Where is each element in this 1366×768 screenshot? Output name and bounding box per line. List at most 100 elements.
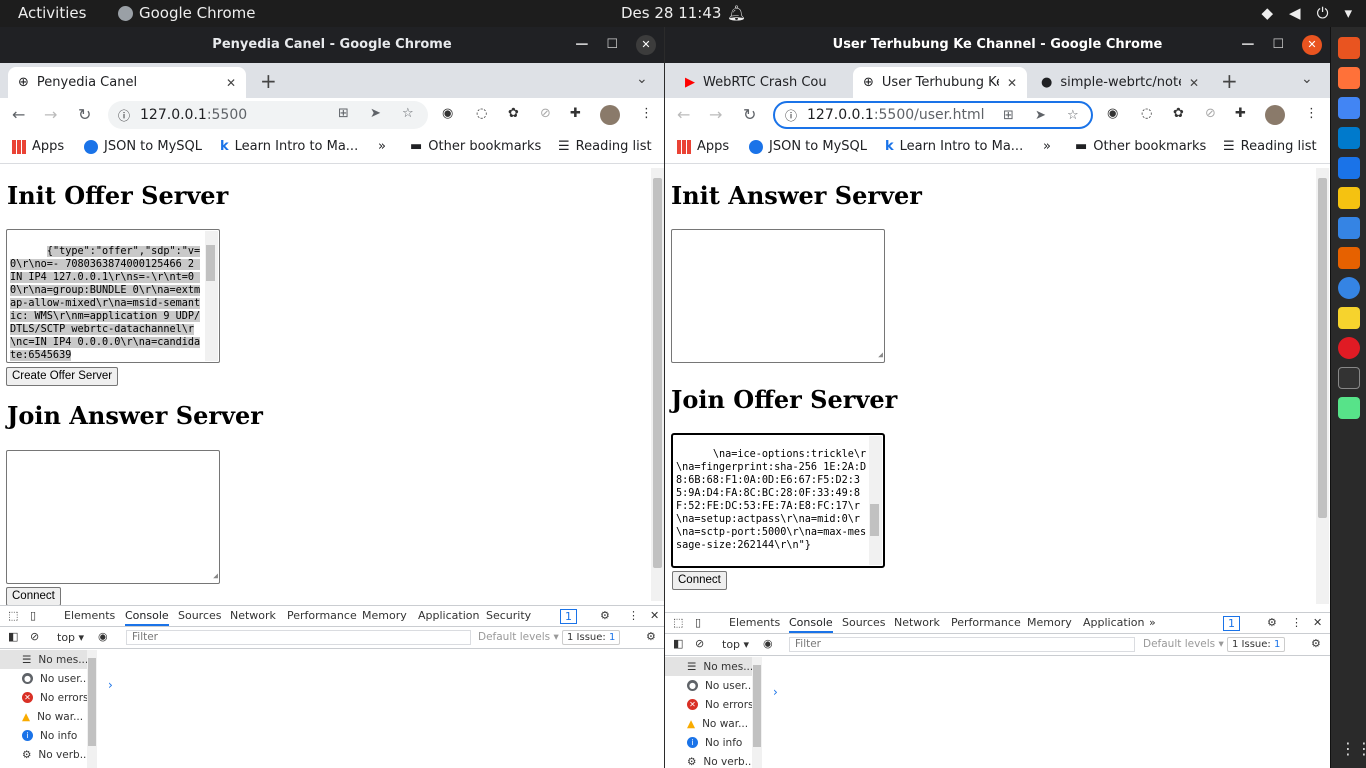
bookmark-other[interactable]: ▬ Other bookmarks bbox=[1075, 139, 1206, 154]
sidebar-toggle-icon[interactable]: ◧ bbox=[8, 630, 18, 643]
sidebar-scrollbar[interactable] bbox=[752, 657, 762, 768]
terminal-icon[interactable] bbox=[1337, 367, 1360, 389]
filter-errors[interactable]: ✕ No errors bbox=[665, 695, 761, 714]
filter-warnings[interactable]: ▲ No war... bbox=[665, 714, 761, 733]
filter-verbose[interactable]: ⚙ No verb... bbox=[665, 752, 761, 768]
bookmark-reading-list[interactable]: ☰ Reading list bbox=[1223, 139, 1317, 154]
tab-close-icon[interactable]: ✕ bbox=[1189, 76, 1199, 90]
inspect-icon[interactable]: ⬚ bbox=[8, 609, 18, 622]
tab-memory[interactable]: Memory bbox=[362, 609, 407, 622]
console-prompt[interactable]: › bbox=[108, 678, 113, 692]
inspect-icon[interactable]: ⬚ bbox=[673, 616, 683, 629]
tab-network[interactable]: Network bbox=[894, 616, 940, 629]
menu-kebab-icon[interactable]: ⋮ bbox=[640, 106, 653, 121]
bookmark-other[interactable]: ▬ Other bookmarks bbox=[410, 139, 541, 154]
firefox-dev-icon[interactable] bbox=[1337, 337, 1360, 359]
tab-close-icon[interactable]: ✕ bbox=[226, 76, 236, 90]
extensions-puzzle-icon[interactable]: ✚ bbox=[1235, 106, 1246, 121]
extension-icon[interactable]: ⊘ bbox=[1205, 106, 1216, 121]
app-icon[interactable] bbox=[1337, 157, 1360, 179]
page-scrollbar[interactable] bbox=[1316, 168, 1329, 604]
filter-user[interactable]: ● No user... bbox=[665, 676, 761, 695]
tab-performance[interactable]: Performance bbox=[951, 616, 1021, 629]
reload-icon[interactable]: ↻ bbox=[743, 105, 756, 124]
rhythmbox-icon[interactable] bbox=[1337, 187, 1360, 209]
translate-icon[interactable]: ⊞ bbox=[338, 106, 349, 121]
tab-elements[interactable]: Elements bbox=[729, 616, 780, 629]
close-icon[interactable]: ✕ bbox=[1302, 35, 1322, 55]
tab-network[interactable]: Network bbox=[230, 609, 276, 622]
maximize-icon[interactable]: ☐ bbox=[606, 27, 618, 63]
tab-user[interactable]: ⊕ User Terhubung Ke ✕ bbox=[853, 67, 1027, 98]
reload-icon[interactable]: ↻ bbox=[78, 105, 91, 124]
software-icon[interactable] bbox=[1337, 247, 1360, 269]
issue-counter[interactable]: 1 Issue: 1 bbox=[562, 630, 621, 645]
send-icon[interactable]: ➤ bbox=[1035, 108, 1046, 123]
notes-icon[interactable] bbox=[1337, 307, 1360, 329]
clear-console-icon[interactable]: ⊘ bbox=[30, 630, 39, 643]
tab-security[interactable]: Security bbox=[486, 609, 531, 622]
show-apps-icon[interactable]: ⋮⋮⋮ bbox=[1340, 739, 1366, 758]
avatar[interactable] bbox=[600, 105, 620, 125]
bell-icon[interactable]: 🔔︎ bbox=[727, 4, 746, 22]
extension-icon[interactable]: ◌ bbox=[1141, 106, 1152, 121]
settings-icon[interactable]: ⚙ bbox=[600, 609, 610, 622]
console-prompt[interactable]: › bbox=[773, 685, 778, 699]
connect-button[interactable]: Connect bbox=[672, 571, 727, 590]
filter-info[interactable]: i No info bbox=[665, 733, 761, 752]
translate-icon[interactable]: ⊞ bbox=[1003, 108, 1014, 123]
log-levels-select[interactable]: Default levels ▾ bbox=[478, 631, 559, 643]
devtools-menu-icon[interactable]: ⋮ bbox=[628, 609, 639, 622]
console-filter-input[interactable]: Filter bbox=[126, 630, 471, 645]
app-menu[interactable]: Google Chrome bbox=[118, 4, 256, 22]
bookmarks-overflow[interactable]: » bbox=[378, 139, 386, 154]
filter-errors[interactable]: ✕ No errors bbox=[0, 688, 96, 707]
new-tab-button[interactable]: + bbox=[1221, 69, 1238, 93]
send-icon[interactable]: ➤ bbox=[370, 106, 381, 121]
activities-button[interactable]: Activities bbox=[18, 4, 86, 22]
device-toolbar-icon[interactable]: ▯ bbox=[695, 616, 701, 629]
bookmark-apps[interactable]: Apps bbox=[677, 139, 729, 154]
more-tabs-button[interactable]: » bbox=[1149, 616, 1156, 629]
tab-github[interactable]: ● simple-webrtc/note ✕ bbox=[1031, 67, 1209, 98]
eye-icon[interactable]: ◉ bbox=[763, 637, 773, 650]
minimize-icon[interactable]: — bbox=[1241, 27, 1254, 63]
devtools-menu-icon[interactable]: ⋮ bbox=[1291, 616, 1302, 629]
filter-messages[interactable]: ☰ No mes... bbox=[665, 657, 761, 676]
extension-icon[interactable]: ✿ bbox=[508, 106, 519, 121]
sidebar-toggle-icon[interactable]: ◧ bbox=[673, 637, 683, 650]
tab-console[interactable]: Console bbox=[789, 616, 833, 633]
star-icon[interactable]: ☆ bbox=[1067, 108, 1079, 123]
settings-icon[interactable]: ⚙ bbox=[1267, 616, 1277, 629]
star-icon[interactable]: ☆ bbox=[402, 106, 414, 121]
log-levels-select[interactable]: Default levels ▾ bbox=[1143, 638, 1224, 650]
filter-user[interactable]: ● No user... bbox=[0, 669, 96, 688]
extension-icon[interactable]: ◉ bbox=[442, 106, 453, 121]
tab-performance[interactable]: Performance bbox=[287, 609, 357, 622]
resize-handle[interactable]: ◢ bbox=[213, 569, 218, 582]
extension-icon[interactable]: ✿ bbox=[1173, 106, 1184, 121]
close-dock-icon[interactable] bbox=[1337, 37, 1360, 59]
page-scrollbar[interactable] bbox=[651, 168, 664, 601]
address-bar[interactable]: ⓘ 127.0.0.1:5500 ⊞ ➤ ☆ bbox=[108, 101, 428, 129]
bookmark-apps[interactable]: Apps bbox=[12, 139, 64, 154]
extension-icon[interactable]: ◉ bbox=[1107, 106, 1118, 121]
tab-sources[interactable]: Sources bbox=[178, 609, 222, 622]
context-select[interactable]: top ▾ bbox=[57, 631, 84, 644]
connect-button[interactable]: Connect bbox=[6, 587, 61, 606]
back-icon[interactable]: ← bbox=[677, 105, 690, 124]
answer-textarea[interactable]: ◢ bbox=[671, 229, 885, 363]
tab-application[interactable]: Application bbox=[1083, 616, 1144, 629]
forward-icon[interactable]: → bbox=[44, 105, 57, 124]
bookmark-json[interactable]: JSON to MySQL bbox=[749, 139, 867, 154]
extension-icon[interactable]: ⊘ bbox=[540, 106, 551, 121]
avatar[interactable] bbox=[1265, 105, 1285, 125]
console-filter-input[interactable]: Filter bbox=[789, 637, 1135, 652]
vscode-icon[interactable] bbox=[1337, 127, 1360, 149]
issues-badge[interactable]: 1 bbox=[1223, 616, 1240, 631]
extensions-puzzle-icon[interactable]: ✚ bbox=[570, 106, 581, 121]
bookmark-reading-list[interactable]: ☰ Reading list bbox=[558, 139, 652, 154]
issue-counter[interactable]: 1 Issue: 1 bbox=[1227, 637, 1286, 652]
sidebar-scrollbar[interactable] bbox=[87, 650, 97, 768]
maximize-icon[interactable]: ☐ bbox=[1272, 27, 1284, 63]
